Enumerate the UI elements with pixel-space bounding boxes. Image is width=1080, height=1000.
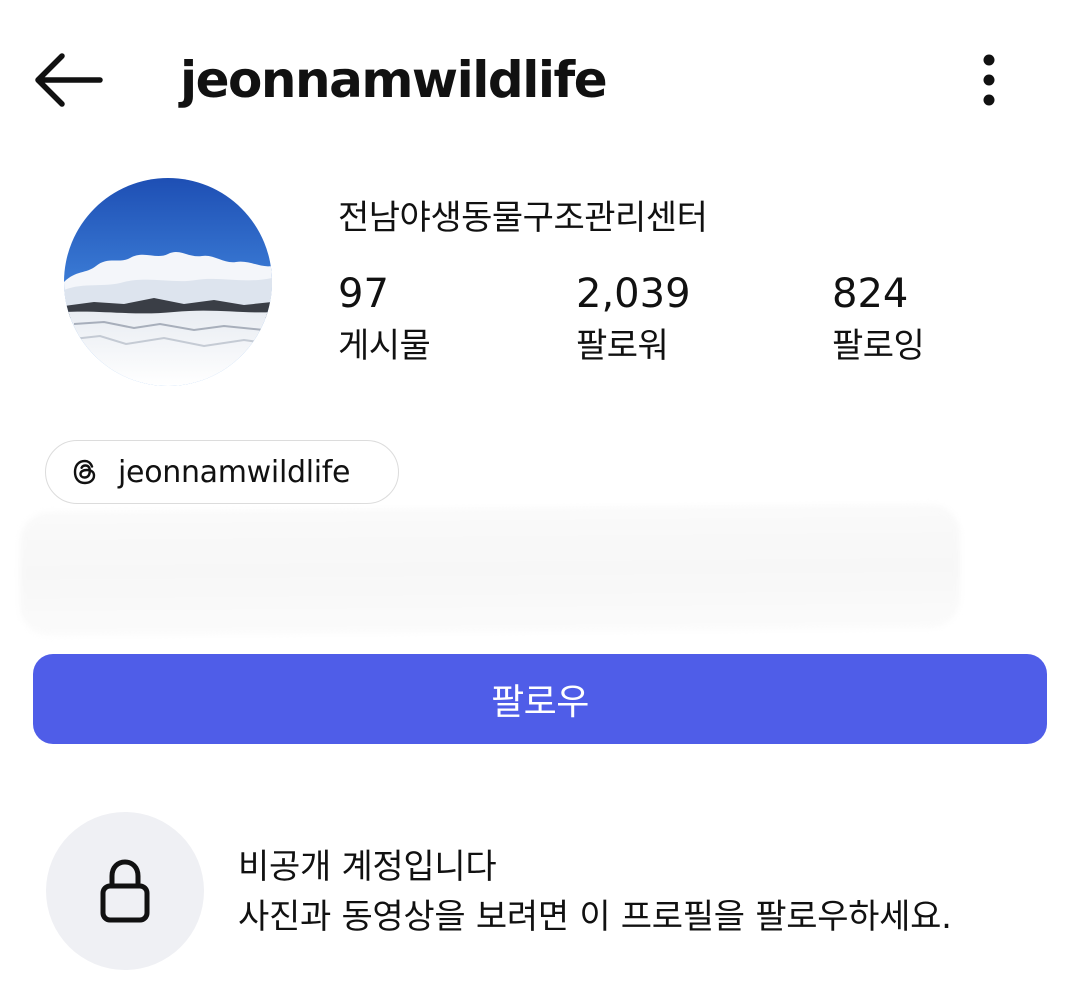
following-label: 팔로잉 [832,326,925,366]
following-count: 824 [832,271,909,317]
private-account-title: 비공개 계정입니다 [238,847,497,887]
avatar[interactable] [64,178,272,386]
stat-followers[interactable]: 2,039 팔로워 [576,268,691,372]
more-options-button[interactable] [968,52,1010,108]
profile-display-name: 전남야생동물구조관리센터 [338,198,708,238]
followers-count: 2,039 [576,271,691,317]
profile-username: jeonnamwildlife [180,51,608,109]
stat-following[interactable]: 824 팔로잉 [832,268,925,372]
follow-button-label: 팔로우 [491,682,589,723]
posts-count: 97 [338,271,389,317]
followers-label: 팔로워 [576,326,669,366]
avatar-image [64,178,272,386]
private-lock-badge [46,812,204,970]
vertical-ellipsis-icon [983,54,995,106]
follow-button[interactable]: 팔로우 [33,654,1047,744]
posts-label: 게시물 [338,326,431,366]
threads-logo-icon [73,459,96,485]
private-account-description: 사진과 동영상을 보려면 이 프로필을 팔로우하세요. [238,897,952,937]
arrow-left-icon [35,53,103,107]
blurred-bio-area [20,503,960,637]
stat-posts[interactable]: 97 게시물 [338,268,431,372]
back-button[interactable] [30,48,106,112]
threads-link-chip[interactable]: jeonnamwildlife [45,440,399,504]
lock-icon [100,859,150,923]
profile-header: jeonnamwildlife [0,0,1080,160]
threads-handle: jeonnamwildlife [118,454,351,490]
